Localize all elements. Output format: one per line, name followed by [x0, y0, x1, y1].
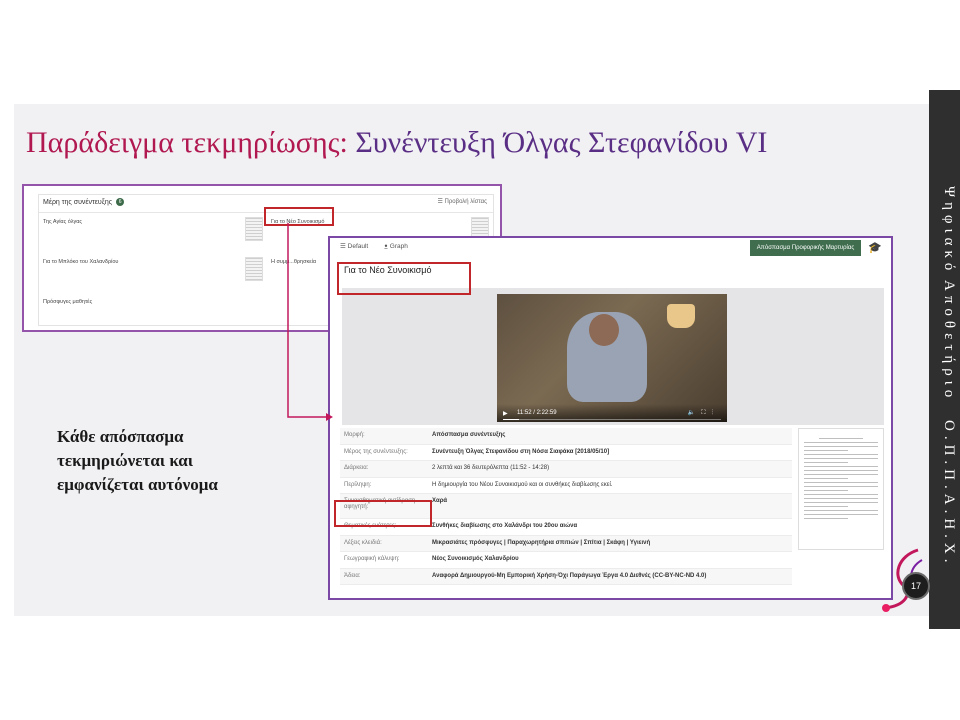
meta-value[interactable]: Νέος Συνοικισμός Χαλανδρίου	[432, 556, 519, 562]
meta-label: Μέρος της συνέντευξης:	[344, 448, 408, 455]
meta-value[interactable]: Μικρασιάτες πρόσφυγες | Παραχωρητήρια σπ…	[432, 540, 650, 546]
meta-row: Διάρκεια: 2 λεπτά και 36 δευτερόλεπτα (11…	[340, 461, 792, 478]
meta-value: Απόσπασμα συνέντευξης	[432, 432, 506, 438]
slide-title: Παράδειγμα τεκμηρίωσης: Συνέντευξη Όλγας…	[26, 126, 767, 160]
progress-track[interactable]	[503, 419, 721, 420]
meta-value: Η δημιουργία του Νέου Συνοικισμού και οι…	[432, 481, 613, 488]
tab-graph[interactable]: ꔸ Graph	[384, 243, 408, 250]
meta-row: Μέρος της συνέντευξης: Συνέντευξη Όλγας Σ…	[340, 445, 792, 461]
meta-label: Διάρκεια:	[344, 465, 369, 471]
caption-line: Κάθε απόσπασμα	[57, 427, 184, 446]
progress-fill	[503, 419, 519, 420]
sidebar-text-2: Αποθετήριο	[941, 280, 957, 403]
meta-row: Γεωγραφική κάλυψη: Νέος Συνοικισμός Χαλαν…	[340, 552, 792, 569]
highlight-fragment-title	[337, 262, 471, 295]
caption-line: εμφανίζεται αυτόνομα	[57, 475, 218, 494]
play-icon[interactable]: ▶	[503, 410, 508, 417]
video-controls: ▶ 11:52 / 2:22:59 🔈⛶⋮	[497, 404, 727, 422]
sidebar-text-3: Ο.Π.Π.Α.Η.Χ.	[941, 420, 957, 568]
meta-label: Περίληψη:	[344, 481, 372, 488]
meta-row: Άδεια: Αναφορά Δημιουργού-Μη Εμπορική Χρή…	[340, 568, 792, 585]
meta-row: Λέξεις κλειδιά: Μικρασιάτες πρόσφυγες | Π…	[340, 535, 792, 552]
part-thumbnail[interactable]	[245, 217, 263, 241]
part-item[interactable]: Η συμμ...θρησκεία	[271, 259, 316, 265]
meta-value: Χαρά	[432, 498, 448, 504]
video-time: 11:52 / 2:22:59	[517, 410, 557, 416]
tab-default[interactable]: ☰ Default	[340, 243, 368, 250]
interview-parts-title: Μέρη της συνέντευξης	[43, 198, 113, 206]
meta-row: Μορφή: Απόσπασμα συνέντευξης	[340, 428, 792, 445]
part-item[interactable]: Πρόσφυγες μαθητές	[43, 299, 92, 305]
part-thumbnail[interactable]	[245, 257, 263, 281]
graduation-cap-icon[interactable]: 🎓	[868, 241, 882, 254]
title-part2: Συνέντευξη Όλγας Στεφανίδου VI	[355, 126, 768, 159]
meta-value: 2 λεπτά και 36 δευτερόλεπτα (11:52 - 14:…	[432, 465, 550, 471]
caption-text: Κάθε απόσπασμα τεκμηριώνεται και εμφανίζ…	[57, 425, 218, 497]
caption-line: τεκμηριώνεται και	[57, 451, 194, 470]
vertical-sidebar: Ψηφιακό Αποθετήριο Ο.Π.Π.Α.Η.Χ.	[929, 90, 960, 629]
meta-value[interactable]: Συνθήκες διαβίωσης στο Χαλάνδρι του 20ου…	[432, 523, 577, 529]
view-tabs: ☰ Default ꔸ Graph	[340, 242, 422, 251]
meta-row: Περίληψη: Η δημιουργία του Νέου Συνοικισμ…	[340, 478, 792, 494]
highlight-part-link	[264, 207, 334, 226]
lamp-shape	[667, 304, 695, 328]
title-part1: Παράδειγμα τεκμηρίωσης:	[26, 126, 348, 159]
document-thumbnail[interactable]	[798, 428, 884, 550]
video-area: ▶ 11:52 / 2:22:59 🔈⛶⋮	[342, 288, 884, 425]
meta-value[interactable]: Συνέντευξη Όλγας Στεφανίδου στη Νόσα Σια…	[432, 449, 609, 455]
meta-label: Λέξεις κλειδιά:	[344, 539, 382, 546]
meta-value[interactable]: Αναφορά Δημιουργού-Μη Εμπορική Χρήση-Όχι…	[432, 573, 706, 579]
list-view-toggle[interactable]: ☰ Προβολή λίστας	[438, 198, 488, 205]
meta-label: Άδεια:	[344, 572, 361, 579]
highlight-emotion	[334, 500, 432, 527]
parts-count-badge: 6	[116, 198, 125, 206]
volume-fullscreen-icons[interactable]: 🔈⛶⋮	[688, 409, 719, 417]
part-item[interactable]: Της Αγίας όλγας	[43, 219, 82, 225]
page-number: 17	[902, 572, 930, 600]
face-shape	[589, 314, 619, 346]
part-item[interactable]: Για το Μπλόκο του Χαλανδρίου	[43, 259, 118, 265]
video-player[interactable]: ▶ 11:52 / 2:22:59 🔈⛶⋮	[497, 294, 727, 422]
meta-label: Γεωγραφική κάλυψη:	[344, 556, 400, 562]
meta-label: Μορφή:	[344, 432, 365, 438]
extract-button[interactable]: Απόσπασμα Προφορικής Μαρτυρίας	[750, 240, 861, 256]
sidebar-text-1: Ψηφιακό	[941, 186, 957, 276]
